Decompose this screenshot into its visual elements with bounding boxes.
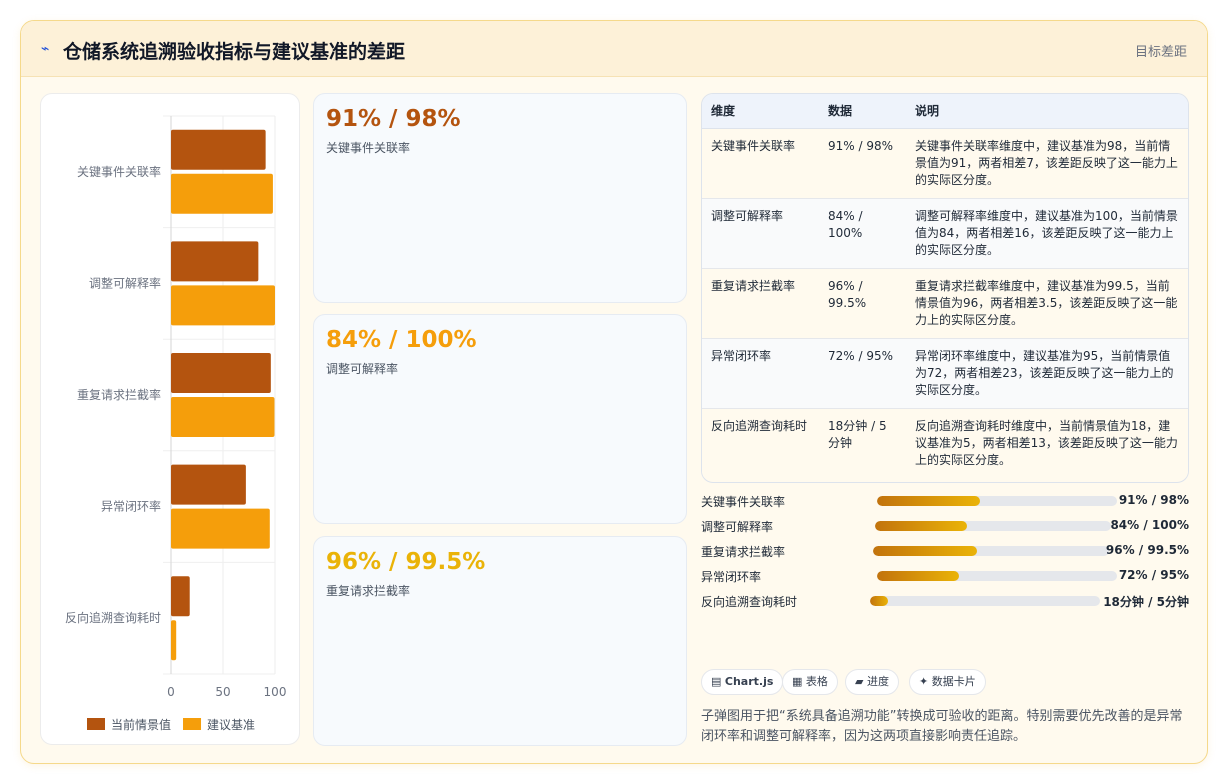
progress-row: 重复请求拦截率 96% / 99.5%	[701, 541, 1189, 559]
tag-table[interactable]: ▦ 表格	[782, 669, 838, 695]
progress-row: 关键事件关联率 91% / 98%	[701, 491, 1189, 509]
table-icon: ▦	[792, 675, 803, 688]
tag-progress[interactable]: ▰ 进度	[845, 669, 899, 695]
sparkle-icon: ✦	[919, 675, 929, 688]
tag-data-card[interactable]: ✦ 数据卡片	[909, 669, 986, 695]
progress-track	[877, 496, 1117, 506]
legend-swatch	[183, 718, 202, 730]
bar-benchmark	[171, 508, 270, 549]
table-cell: 关键事件关联率	[702, 128, 819, 199]
header: ⌁ 仓储系统追溯验收指标与建议基准的差距 目标差距	[21, 21, 1207, 77]
table-cell: 反向追溯查询耗时	[702, 408, 819, 478]
table-cell: 重复请求拦截率	[702, 268, 819, 339]
table-row: 调整可解释率 84% / 100% 调整可解释率维度中，建议基准为100，当前情…	[702, 198, 1188, 269]
progress-label: 异常闭环率	[701, 570, 762, 584]
progress-value: 91% / 98%	[1118, 493, 1189, 507]
bar-current	[171, 241, 259, 282]
legend-label: 建议基准	[207, 718, 255, 732]
x-tick-label: 0	[167, 685, 175, 699]
table-cell: 调整可解释率维度中，建议基准为100，当前情景值为84，两者相差16，该差距反映…	[906, 198, 1188, 269]
bar-benchmark	[171, 620, 177, 661]
table-row: 重复请求拦截率 96% / 99.5% 重复请求拦截率维度中，建议基准为99.5…	[702, 268, 1188, 339]
progress-icon: ▰	[855, 675, 864, 688]
y-tick-label: 重复请求拦截率	[77, 387, 161, 402]
progress-fill	[870, 596, 889, 606]
progress-fill	[875, 521, 968, 531]
progress-track	[875, 521, 1111, 531]
table-header-cell: 说明	[906, 94, 1188, 129]
table-cell: 异常闭环率维度中，建议基准为95，当前情景值为72，两者相差23，该差距反映了这…	[906, 338, 1188, 409]
bar-benchmark	[171, 173, 273, 214]
kpi-value: 84% / 100%	[326, 327, 477, 353]
kpi-value: 91% / 98%	[326, 106, 461, 132]
progress-list: 关键事件关联率 91% / 98% 调整可解释率 84% / 100% 重复请求…	[701, 491, 1189, 611]
kpi-label: 调整可解释率	[326, 362, 399, 376]
table-cell: 96% / 99.5%	[819, 268, 906, 339]
y-tick-label: 调整可解释率	[89, 275, 161, 290]
progress-label: 调整可解释率	[701, 520, 774, 534]
y-tick-label: 关键事件关联率	[77, 164, 161, 179]
page-title: 仓储系统追溯验收指标与建议基准的差距	[63, 41, 406, 63]
bar-current	[171, 464, 246, 505]
progress-fill	[877, 496, 981, 506]
table-header-cell: 维度	[702, 94, 819, 129]
bar-current	[171, 353, 271, 393]
y-tick-label: 异常闭环率	[101, 499, 161, 514]
chart-icon: ▤	[711, 675, 722, 688]
table-row: 关键事件关联率 91% / 98% 关键事件关联率维度中，建议基准为98，当前情…	[702, 128, 1188, 199]
trend-line-icon: ⌁	[41, 41, 50, 57]
legend-swatch	[87, 718, 105, 730]
main-card: ⌁ 仓储系统追溯验收指标与建议基准的差距 目标差距 关键事件关联率 调整可解释率重…	[20, 20, 1208, 764]
progress-label: 反向追溯查询耗时	[701, 595, 798, 609]
table-cell: 调整可解释率	[702, 198, 819, 269]
progress-fill	[873, 546, 977, 556]
tag-chartjs[interactable]: ▤ Chart.js	[701, 669, 784, 695]
progress-track	[870, 596, 1100, 606]
progress-row: 异常闭环率 72% / 95%	[701, 566, 1189, 584]
header-tag: 目标差距	[1134, 45, 1187, 60]
bar-chart: 关键事件关联率调整可解释率重复请求拦截率异常闭环率反向追溯查询耗时 0 50 100 当…	[65, 115, 287, 732]
progress-value: 72% / 95%	[1118, 568, 1189, 582]
bar-chart-panel: 关键事件关联率调整可解释率重复请求拦截率异常闭环率反向追溯查询耗时 0 50 100 当…	[40, 93, 300, 745]
table-cell: 72% / 95%	[819, 338, 906, 409]
progress-label: 重复请求拦截率	[701, 545, 786, 559]
progress-fill	[877, 571, 959, 581]
x-tick-label: 50	[215, 685, 230, 699]
table-row: 反向追溯查询耗时 18分钟 / 5分钟 反向追溯查询耗时维度中，当前情景值为18…	[702, 408, 1188, 478]
progress-track	[873, 546, 1109, 556]
table-cell: 91% / 98%	[819, 128, 906, 199]
table-cell: 异常闭环率	[702, 338, 819, 409]
progress-row: 反向追溯查询耗时 18分钟 / 5分钟	[701, 591, 1189, 609]
data-table: 维度 数据 说明 关键事件关联率 91% / 98% 关键事件关联率维度中，建议…	[701, 93, 1189, 483]
bar-benchmark	[171, 285, 275, 326]
legend-label: 当前情景值	[111, 717, 171, 732]
kpi-label: 关键事件关联率	[326, 141, 411, 155]
progress-value: 84% / 100%	[1110, 518, 1189, 532]
progress-label: 关键事件关联率	[701, 495, 786, 509]
progress-track	[877, 571, 1117, 581]
table-cell: 84% / 100%	[819, 198, 906, 269]
table-header-cell: 数据	[819, 94, 906, 129]
kpi-value: 96% / 99.5%	[326, 549, 486, 575]
table-cell: 反向追溯查询耗时维度中，当前情景值为18，建议基准为5，两者相差13，该差距反映…	[906, 408, 1188, 478]
table-cell: 关键事件关联率维度中，建议基准为98，当前情景值为91，两者相差7，该差距反映了…	[906, 128, 1188, 199]
kpi-card: 84% / 100% 调整可解释率	[313, 314, 687, 524]
y-tick-label: 反向追溯查询耗时	[65, 610, 161, 625]
progress-row: 调整可解释率 84% / 100%	[701, 516, 1189, 534]
bar-benchmark	[171, 397, 275, 437]
progress-value: 18分钟 / 5分钟	[1103, 595, 1189, 609]
bar-current	[171, 576, 190, 617]
progress-value: 96% / 99.5%	[1105, 543, 1189, 557]
table-header-row: 维度 数据 说明	[702, 94, 1188, 129]
kpi-label: 重复请求拦截率	[326, 584, 411, 598]
table-cell: 重复请求拦截率维度中，建议基准为99.5，当前情景值为96，两者相差3.5，该差…	[906, 268, 1188, 339]
bar-current	[171, 129, 266, 170]
description-note: 子弹图用于把“系统具备追溯功能”转换成可验收的距离。特别需要优先改善的是异常闭环…	[701, 709, 1183, 744]
kpi-card: 91% / 98% 关键事件关联率	[313, 93, 687, 303]
x-tick-label: 100	[264, 685, 287, 699]
table-row: 异常闭环率 72% / 95% 异常闭环率维度中，建议基准为95，当前情景值为7…	[702, 338, 1188, 409]
table-cell: 18分钟 / 5分钟	[819, 408, 906, 478]
kpi-card: 96% / 99.5% 重复请求拦截率	[313, 536, 687, 746]
